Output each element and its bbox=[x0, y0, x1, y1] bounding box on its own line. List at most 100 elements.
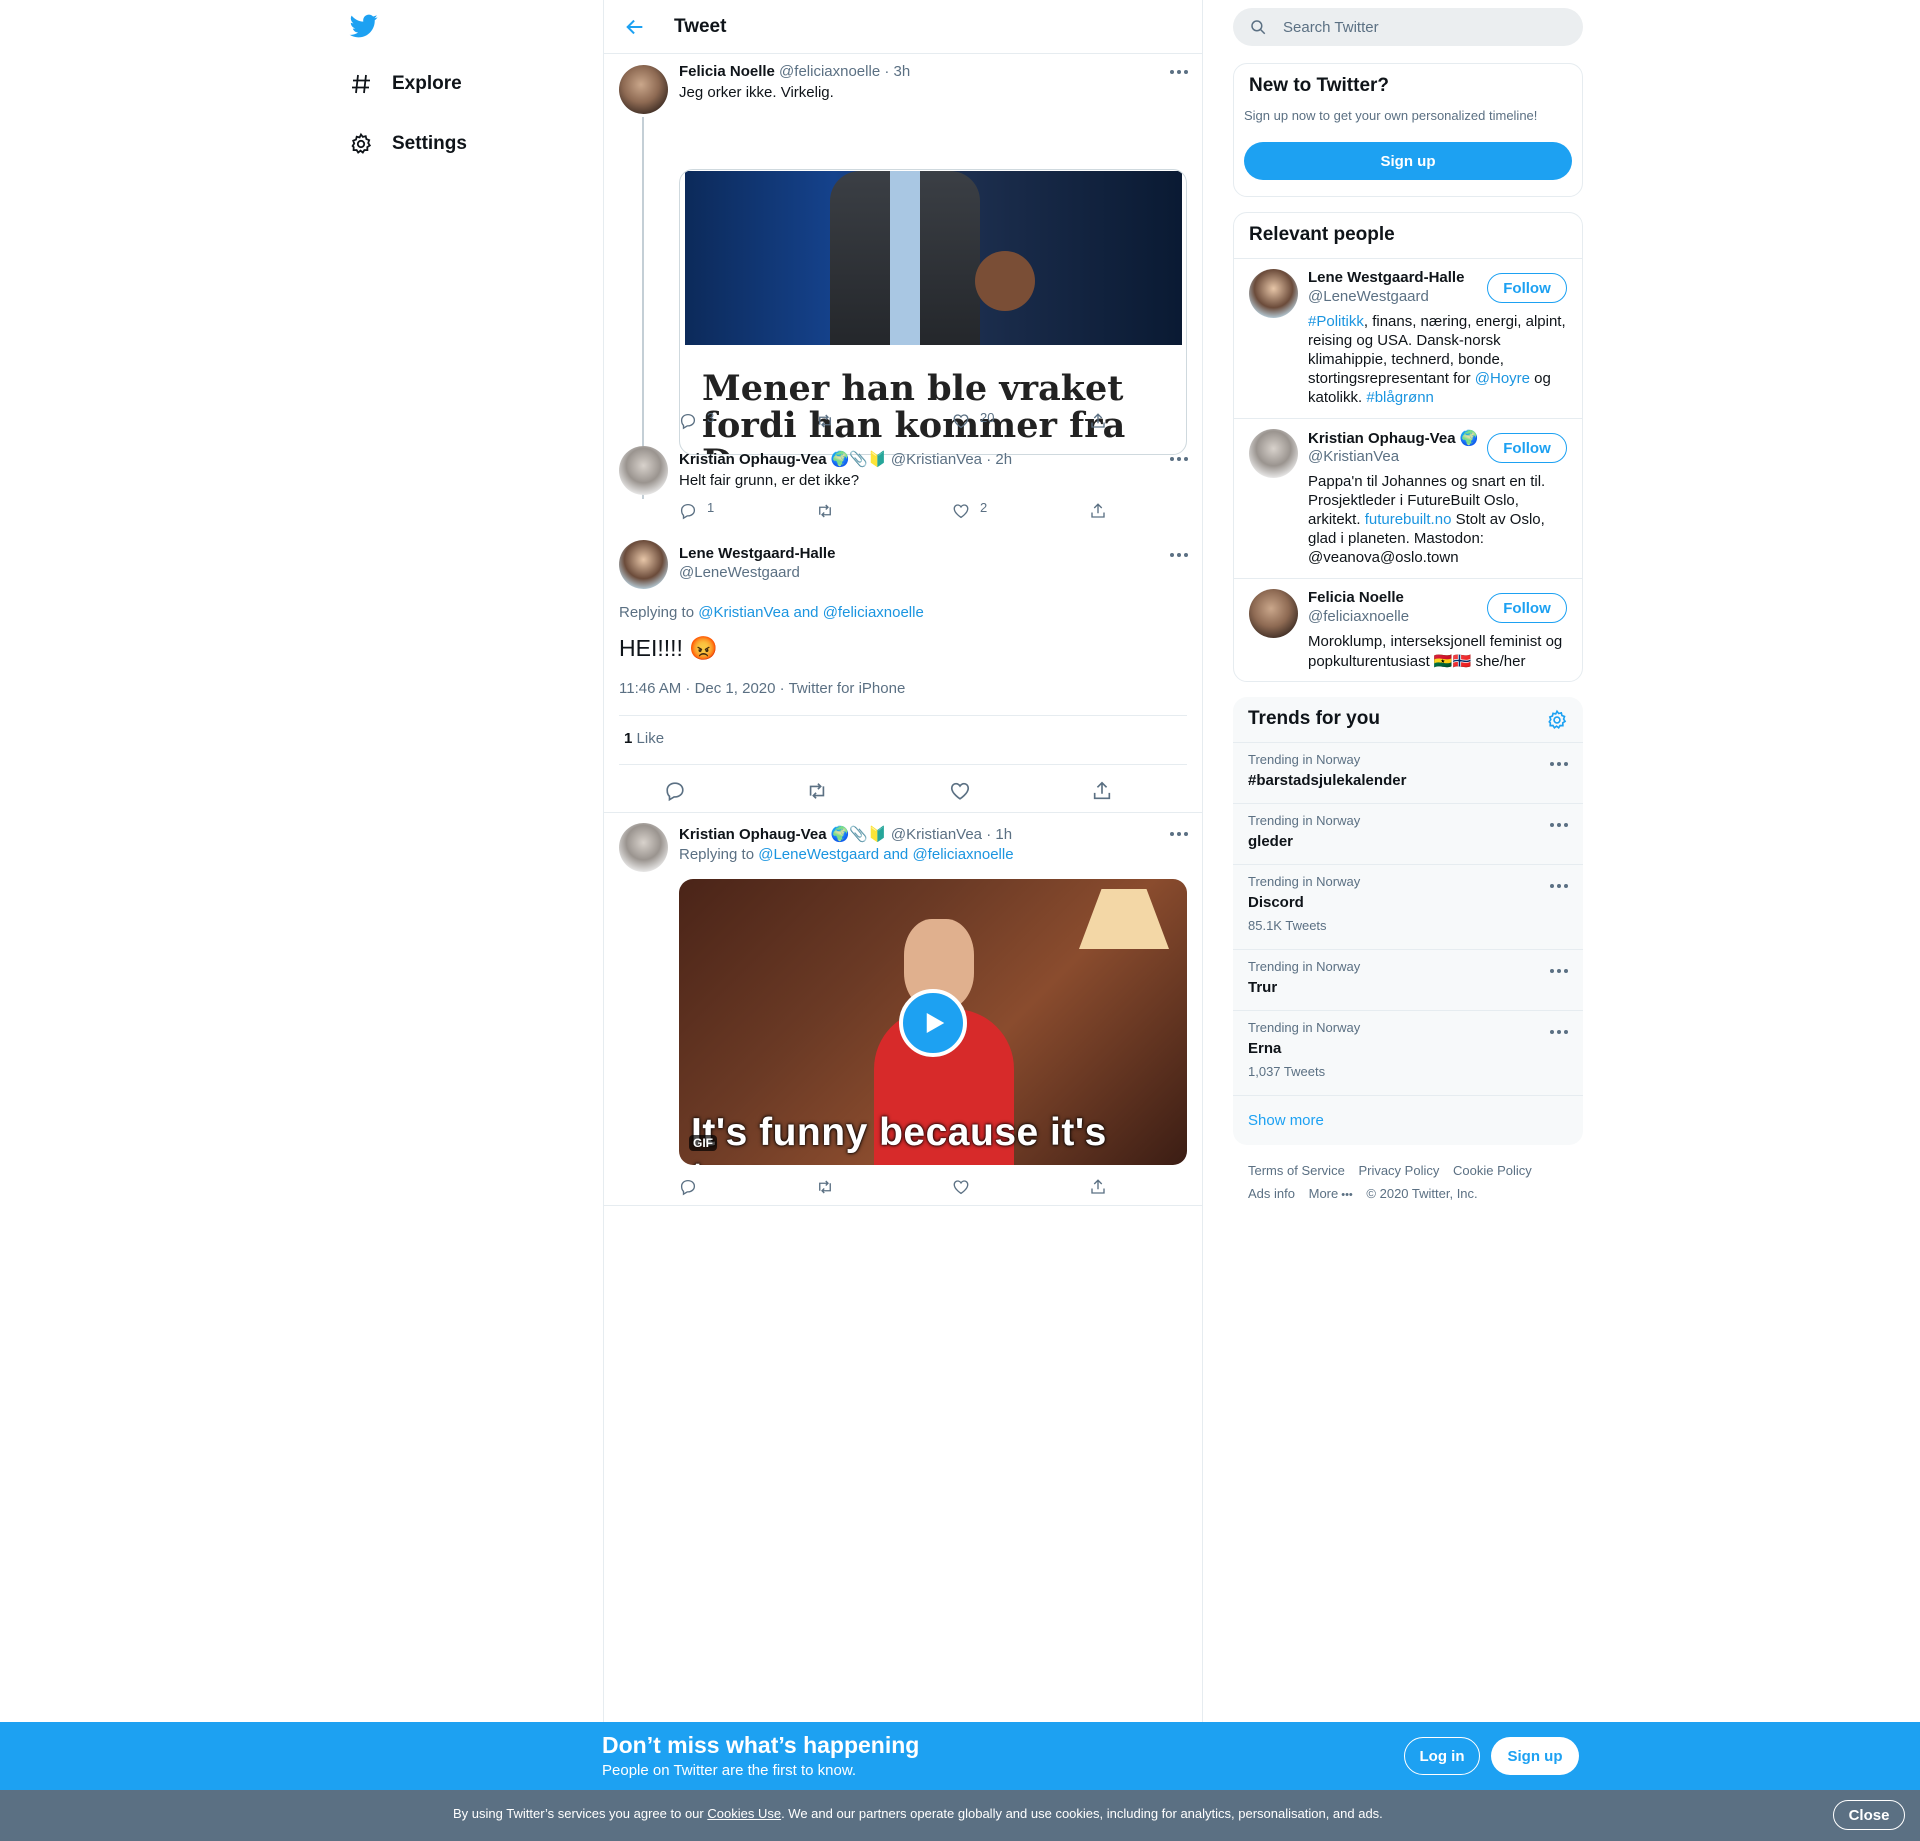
sign-up-button[interactable]: Sign up bbox=[1244, 142, 1572, 180]
cookies-use-link[interactable]: Cookies Use bbox=[707, 1806, 781, 1821]
nav-explore-label: Explore bbox=[392, 73, 462, 94]
author-handle[interactable]: @feliciaxnoelle bbox=[779, 63, 880, 80]
follow-button[interactable]: Follow bbox=[1487, 593, 1567, 623]
like-stats[interactable]: 1 Like bbox=[624, 730, 664, 747]
like-count: 1 bbox=[624, 730, 633, 747]
play-icon[interactable] bbox=[899, 989, 967, 1057]
trend-item[interactable]: Trending in Norway gleder bbox=[1233, 803, 1583, 864]
share-button[interactable] bbox=[1091, 780, 1113, 802]
tweet-time[interactable]: · 1h bbox=[986, 826, 1012, 843]
trend-item[interactable]: Trending in Norway Trur bbox=[1233, 949, 1583, 1010]
nav-explore[interactable]: Explore bbox=[348, 64, 462, 104]
footer-link[interactable]: Cookie Policy bbox=[1453, 1163, 1532, 1178]
person-card[interactable]: Kristian Ophaug-Vea 🌍 @KristianVea Follo… bbox=[1234, 418, 1582, 578]
nav-settings[interactable]: Settings bbox=[348, 124, 467, 164]
reply-mention[interactable]: @LeneWestgaard bbox=[758, 846, 879, 863]
avatar[interactable] bbox=[1249, 269, 1298, 318]
more-icon[interactable] bbox=[1550, 759, 1568, 769]
author-name[interactable]: Kristian Ophaug-Vea bbox=[679, 826, 827, 843]
more-icon[interactable] bbox=[1550, 966, 1568, 976]
back-arrow-icon[interactable] bbox=[624, 15, 648, 39]
reply-button[interactable] bbox=[664, 780, 686, 802]
more-icon[interactable] bbox=[1550, 1027, 1568, 1037]
log-in-button[interactable]: Log in bbox=[1404, 1737, 1480, 1775]
more-icon[interactable] bbox=[1170, 454, 1188, 464]
more-icon[interactable] bbox=[1550, 820, 1568, 830]
more-icon[interactable] bbox=[1170, 67, 1188, 77]
like-button[interactable]: 20 bbox=[952, 410, 994, 430]
show-more-row[interactable]: Show more bbox=[1233, 1095, 1583, 1145]
author-handle[interactable]: @KristianVea bbox=[891, 826, 982, 843]
avatar[interactable] bbox=[619, 540, 668, 589]
like-button[interactable] bbox=[952, 1178, 970, 1196]
share-button[interactable] bbox=[1089, 1178, 1107, 1196]
trend-item[interactable]: Trending in Norway Discord 85.1K Tweets bbox=[1233, 864, 1583, 949]
more-icon[interactable] bbox=[1550, 881, 1568, 891]
avatar[interactable] bbox=[619, 823, 668, 872]
search-input[interactable] bbox=[1283, 18, 1543, 36]
follow-button[interactable]: Follow bbox=[1487, 433, 1567, 463]
avatar[interactable] bbox=[1249, 429, 1298, 478]
banner-sign-up-button[interactable]: Sign up bbox=[1491, 1737, 1579, 1775]
reply-button[interactable]: 1 bbox=[679, 500, 714, 520]
heart-icon bbox=[953, 1180, 969, 1195]
close-cookie-button[interactable]: Close bbox=[1833, 1800, 1905, 1830]
footer-link[interactable]: Privacy Policy bbox=[1358, 1163, 1439, 1178]
tweet-kristian-2[interactable]: Kristian Ophaug-Vea 🌍📎🔰 @KristianVea · 1… bbox=[604, 813, 1202, 1206]
author-handle[interactable]: @KristianVea bbox=[891, 451, 982, 468]
person-handle[interactable]: @feliciaxnoelle bbox=[1308, 608, 1409, 625]
show-more-link[interactable]: Show more bbox=[1248, 1112, 1324, 1129]
tweet-timestamp[interactable]: 11:46 AM · Dec 1, 2020 bbox=[619, 680, 775, 697]
author-name[interactable]: Kristian Ophaug-Vea bbox=[679, 451, 827, 468]
author-name[interactable]: Felicia Noelle bbox=[679, 63, 775, 80]
retweet-button[interactable] bbox=[816, 1178, 834, 1196]
like-button[interactable] bbox=[949, 780, 971, 802]
person-handle[interactable]: @KristianVea bbox=[1308, 448, 1399, 465]
share-button[interactable] bbox=[1089, 412, 1107, 430]
avatar[interactable] bbox=[619, 65, 668, 114]
person-name[interactable]: Lene Westgaard-Halle bbox=[1308, 269, 1464, 286]
author-handle[interactable]: @LeneWestgaard bbox=[679, 564, 800, 581]
person-card[interactable]: Felicia Noelle @feliciaxnoelle Follow Mo… bbox=[1234, 578, 1582, 682]
trends-settings-gear-icon[interactable] bbox=[1546, 709, 1568, 736]
avatar[interactable] bbox=[619, 446, 668, 495]
reply-button[interactable] bbox=[679, 1178, 697, 1196]
hashtag-link[interactable]: #blågrønn bbox=[1366, 389, 1434, 406]
like-button[interactable]: 2 bbox=[952, 500, 987, 520]
reply-mention[interactable]: @KristianVea bbox=[698, 604, 789, 621]
tweet-source[interactable]: Twitter for iPhone bbox=[789, 680, 906, 697]
person-name[interactable]: Felicia Noelle bbox=[1308, 589, 1404, 606]
trend-name: Discord bbox=[1248, 894, 1304, 911]
url-link[interactable]: futurebuilt.no bbox=[1365, 511, 1452, 528]
person-card[interactable]: Lene Westgaard-Halle @LeneWestgaard Foll… bbox=[1234, 258, 1582, 418]
hashtag-link[interactable]: #Politikk bbox=[1308, 313, 1364, 330]
retweet-button[interactable] bbox=[816, 412, 834, 430]
tweet-felicia[interactable]: Felicia Noelle @feliciaxnoelle · 3h Jeg … bbox=[604, 55, 1202, 499]
reply-mention[interactable]: @feliciaxnoelle bbox=[823, 604, 924, 621]
tweet-time[interactable]: · 3h bbox=[884, 63, 910, 80]
tweet-time[interactable]: · 2h bbox=[986, 451, 1012, 468]
more-icon[interactable] bbox=[1170, 550, 1188, 560]
gif-media[interactable]: It's funny because it's true GIF bbox=[679, 879, 1187, 1165]
twitter-logo-icon[interactable] bbox=[348, 12, 380, 40]
mention-link[interactable]: @Hoyre bbox=[1475, 370, 1530, 387]
footer-more[interactable]: More ••• bbox=[1309, 1186, 1353, 1201]
share-button[interactable] bbox=[1089, 502, 1107, 520]
author-name[interactable]: Lene Westgaard-Halle bbox=[679, 545, 835, 562]
trend-item[interactable]: Trending in Norway #barstadsjulekalender bbox=[1233, 742, 1583, 803]
footer-link[interactable]: Terms of Service bbox=[1248, 1163, 1345, 1178]
retweet-button[interactable] bbox=[806, 780, 828, 802]
reply-button[interactable]: 3 bbox=[679, 410, 714, 430]
more-icon[interactable] bbox=[1170, 829, 1188, 839]
follow-button[interactable]: Follow bbox=[1487, 273, 1567, 303]
tweet-kristian-1[interactable]: Kristian Ophaug-Vea 🌍📎🔰 @KristianVea · 2… bbox=[604, 440, 1202, 530]
share-icon bbox=[1093, 781, 1111, 800]
retweet-button[interactable] bbox=[816, 502, 834, 520]
avatar[interactable] bbox=[1249, 589, 1298, 638]
reply-mention[interactable]: @feliciaxnoelle bbox=[912, 846, 1013, 863]
person-name[interactable]: Kristian Ophaug-Vea 🌍 bbox=[1308, 429, 1478, 447]
search-box[interactable] bbox=[1233, 8, 1583, 46]
footer-link[interactable]: Ads info bbox=[1248, 1186, 1295, 1201]
trend-item[interactable]: Trending in Norway Erna 1,037 Tweets bbox=[1233, 1010, 1583, 1095]
person-handle[interactable]: @LeneWestgaard bbox=[1308, 288, 1429, 305]
